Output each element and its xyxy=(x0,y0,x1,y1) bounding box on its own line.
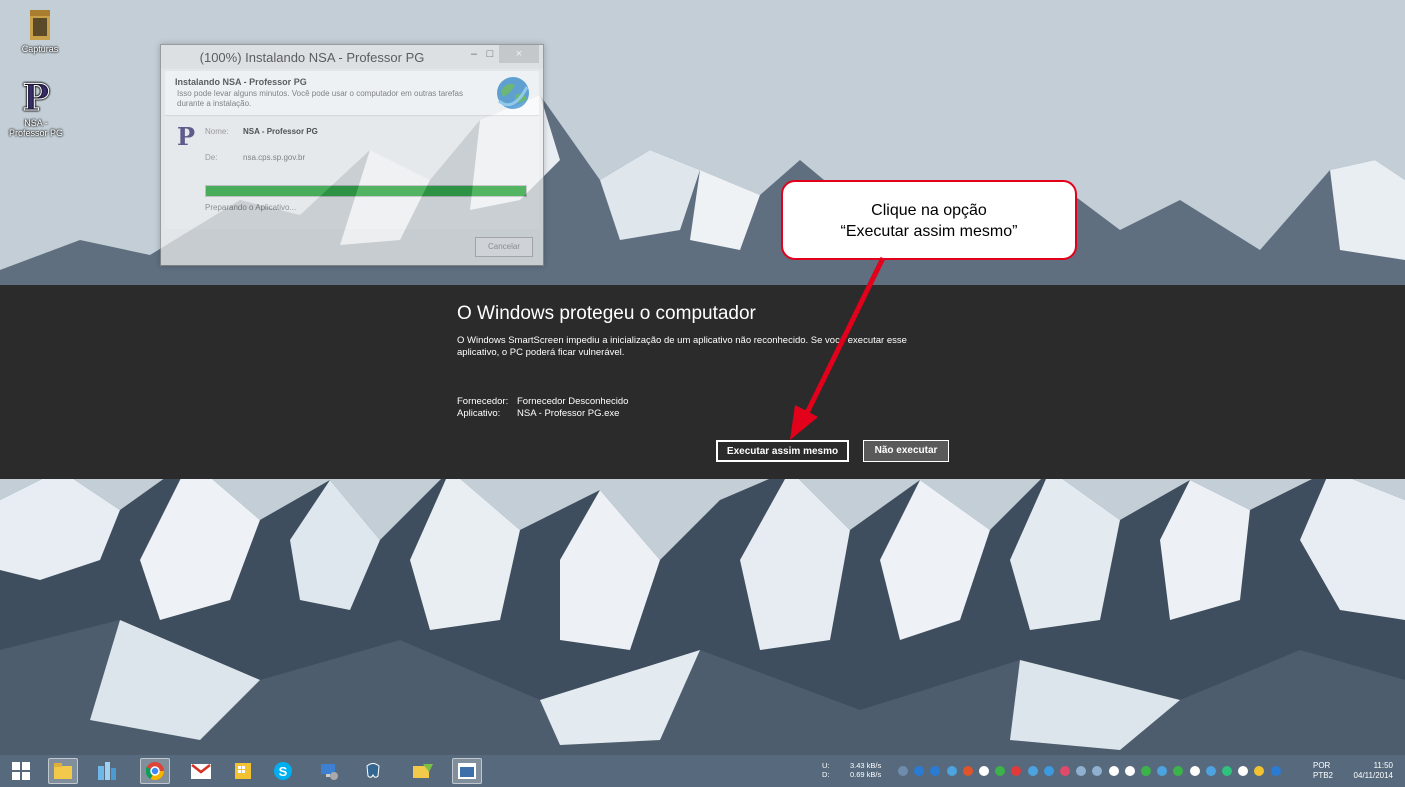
app-label: Aplicativo: xyxy=(457,408,501,419)
taskbar: S U: D: 3.43 kB/s 0.69 kB/s POR PTB2 11:… xyxy=(0,755,1405,787)
folder-icon xyxy=(30,10,50,40)
install-progress-fill xyxy=(206,186,526,196)
tray-icon[interactable] xyxy=(962,766,973,776)
tray-icon[interactable] xyxy=(1189,766,1200,776)
app-value: NSA - Professor PG.exe xyxy=(517,408,620,419)
tray-icon[interactable] xyxy=(1157,766,1168,776)
tray-icon[interactable] xyxy=(1043,766,1054,776)
installer-titlebar[interactable]: (100%) Instalando NSA - Professor PG – □… xyxy=(161,45,543,69)
svg-text:P: P xyxy=(177,123,195,149)
tray-icon[interactable] xyxy=(1254,766,1265,776)
network-speed: 3.43 kB/s 0.69 kB/s xyxy=(850,761,881,779)
tray-icon[interactable] xyxy=(946,766,957,776)
tray-icon[interactable] xyxy=(1173,766,1184,776)
tray-icon[interactable] xyxy=(1205,766,1216,776)
svg-text:S: S xyxy=(279,764,288,779)
from-label: De: xyxy=(205,153,218,162)
installer-title: (100%) Instalando NSA - Professor PG xyxy=(199,50,425,65)
name-label: Nome: xyxy=(205,127,229,136)
tray-icon[interactable] xyxy=(1060,766,1070,776)
cancel-button[interactable]: Cancelar xyxy=(475,237,533,257)
smartscreen-message: O Windows SmartScreen impediu a iniciali… xyxy=(457,335,907,358)
tray-icon[interactable] xyxy=(979,766,989,776)
network-labels: U: D: xyxy=(822,761,830,779)
tray-icon[interactable] xyxy=(914,766,925,776)
smartscreen-details: Fornecedor: Fornecedor Desconhecido Aplic… xyxy=(457,396,628,420)
close-button[interactable]: × xyxy=(499,45,539,63)
installer-window[interactable]: (100%) Instalando NSA - Professor PG – □… xyxy=(160,44,544,266)
install-status: Preparando o Aplicativo... xyxy=(205,203,297,212)
installer-header-title: Instalando NSA - Professor PG xyxy=(175,77,307,87)
clock-time: 11:50 xyxy=(1373,761,1393,770)
net-up-value: 3.43 kB/s xyxy=(850,761,882,770)
tray-icon[interactable] xyxy=(1270,766,1281,776)
callout-line-1: Clique na opção xyxy=(871,202,987,219)
install-progress-bar xyxy=(205,185,527,197)
desktop-icon-professor-pg[interactable]: P NSA - Professor PG xyxy=(6,78,66,138)
minimize-button[interactable]: – xyxy=(467,45,481,63)
office-icon[interactable] xyxy=(232,760,254,782)
installer-header: Instalando NSA - Professor PG Isso pode … xyxy=(165,71,539,116)
globe-install-icon xyxy=(497,77,529,109)
windows-start-icon[interactable] xyxy=(10,760,32,782)
lang-bottom: PTB2 xyxy=(1313,771,1334,780)
net-up-label: U: xyxy=(822,761,830,770)
instruction-callout: Clique na opção “Executar assim mesmo” xyxy=(781,180,1077,260)
postgres-icon[interactable] xyxy=(362,760,384,782)
professor-pg-app-icon: P xyxy=(22,78,50,116)
skype-icon[interactable]: S xyxy=(272,760,294,782)
net-down-label: D: xyxy=(822,770,830,779)
maximize-button[interactable]: □ xyxy=(483,45,497,63)
publisher-label: Fornecedor: xyxy=(457,396,509,407)
tray-icon[interactable] xyxy=(1141,766,1151,776)
language-indicator[interactable]: POR PTB2 xyxy=(1313,761,1333,781)
lang-top: POR xyxy=(1313,761,1331,770)
desktop-icon-label: NSA - Professor PG xyxy=(8,118,64,138)
smartscreen-dialog: O Windows protegeu o computador O Window… xyxy=(0,285,1405,479)
name-value: NSA - Professor PG xyxy=(243,127,318,136)
remote-desktop-icon[interactable] xyxy=(318,760,340,782)
file-explorer-icon[interactable] xyxy=(48,758,78,784)
tray-icon[interactable] xyxy=(930,766,941,776)
gmail-icon[interactable] xyxy=(190,760,212,782)
tray-icon[interactable] xyxy=(1076,766,1087,776)
publisher-value: Fornecedor Desconhecido xyxy=(517,396,629,407)
window-icon[interactable] xyxy=(452,758,482,784)
clock-date: 04/11/2014 xyxy=(1353,771,1393,780)
chrome-icon[interactable] xyxy=(140,758,170,784)
from-value: nsa.cps.sp.gov.br xyxy=(243,153,306,162)
dont-run-button[interactable]: Não executar xyxy=(863,440,949,462)
tray-icon[interactable] xyxy=(995,766,1006,776)
tray-icon[interactable] xyxy=(1222,766,1232,776)
tray-icon[interactable] xyxy=(1092,766,1103,776)
svg-text:P: P xyxy=(22,78,49,116)
app-store-icon[interactable] xyxy=(96,760,118,782)
clock[interactable]: 11:50 04/11/2014 xyxy=(1343,761,1393,781)
tray-icon[interactable] xyxy=(1011,766,1022,776)
desktop-icon-capturas[interactable]: Capturas xyxy=(10,8,70,54)
installer-header-desc: Isso pode levar alguns minutos. Você pod… xyxy=(177,89,463,108)
net-down-value: 0.69 kB/s xyxy=(850,770,882,779)
tray-icon[interactable] xyxy=(1124,766,1135,776)
professor-pg-app-icon: P xyxy=(177,123,195,149)
tray-icon[interactable] xyxy=(1238,766,1249,776)
installer-body: P Nome: NSA - Professor PG De: nsa.cps.s… xyxy=(165,117,539,229)
tray-icon[interactable] xyxy=(1108,766,1119,776)
run-anyway-button[interactable]: Executar assim mesmo xyxy=(716,440,849,462)
folder-sync-icon[interactable] xyxy=(412,760,434,782)
callout-line-2: “Executar assim mesmo” xyxy=(840,223,1018,240)
tray-icon[interactable] xyxy=(898,766,908,776)
desktop-icon-label: Capturas xyxy=(21,44,59,54)
smartscreen-heading: O Windows protegeu o computador xyxy=(457,303,756,324)
tray-icon[interactable] xyxy=(1027,766,1038,776)
